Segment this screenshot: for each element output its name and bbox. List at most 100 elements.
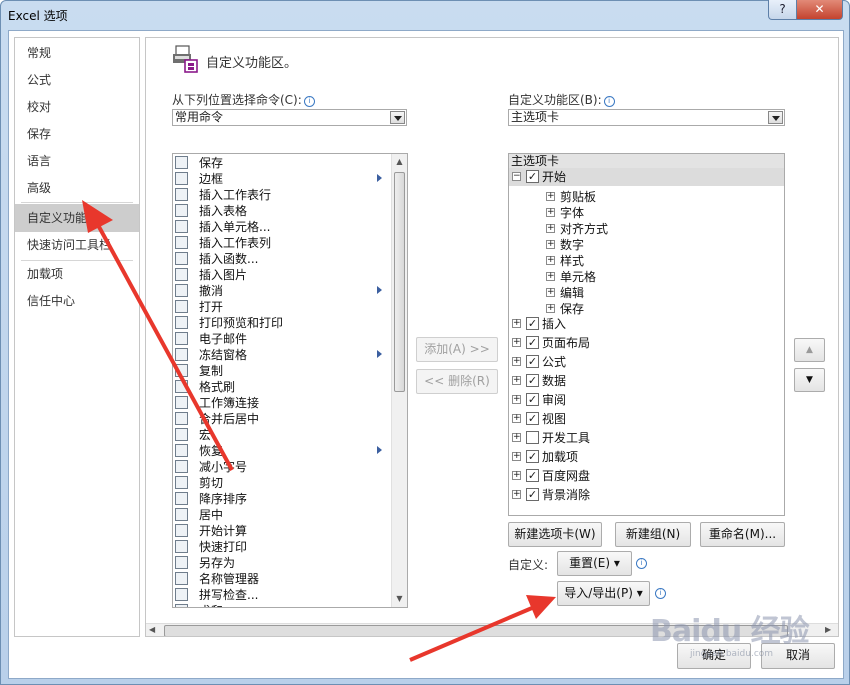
nav-item-advanced[interactable]: 高级 [15,175,139,201]
command-item[interactable]: 减小字号 [173,459,391,475]
command-item[interactable]: 撤消 [173,283,391,299]
tab-checkbox[interactable]: ✓ [526,317,539,330]
scroll-up-icon[interactable]: ▲ [392,154,407,170]
command-item[interactable]: 拼写检查... [173,587,391,603]
command-item[interactable]: 插入工作表列 [173,235,391,251]
tree-tab[interactable]: + 开发工具 [509,429,784,447]
nav-item-save[interactable]: 保存 [15,121,139,147]
command-item[interactable]: 格式刷 [173,379,391,395]
command-item[interactable]: 宏 [173,427,391,443]
tree-tab[interactable]: + ✓ 数据 [509,372,784,390]
rename-button[interactable]: 重命名(M)... [700,522,785,547]
tab-checkbox[interactable]: ✓ [526,450,539,463]
chevron-down-icon[interactable] [768,111,783,124]
command-item[interactable]: 插入工作表行 [173,187,391,203]
tree-tab-home[interactable]: − ✓ 开始 [509,168,784,186]
checkbox-home[interactable]: ✓ [526,170,539,183]
add-button[interactable]: 添加(A) >> [416,337,498,362]
command-item[interactable]: 恢复 [173,443,391,459]
command-item[interactable]: 打印预览和打印 [173,315,391,331]
nav-item-customize-ribbon[interactable]: 自定义功能区 [15,204,139,232]
scroll-down-icon[interactable]: ▼ [392,591,407,607]
expand-icon[interactable]: + [546,208,555,217]
move-down-button[interactable]: ▼ [794,368,825,392]
move-up-button[interactable]: ▲ [794,338,825,362]
choose-commands-dropdown[interactable]: 常用命令 [172,109,407,126]
command-item[interactable]: 插入图片 [173,267,391,283]
tab-checkbox[interactable]: ✓ [526,488,539,501]
command-item[interactable]: 另存为 [173,555,391,571]
command-item[interactable]: 复制 [173,363,391,379]
tab-checkbox[interactable]: ✓ [526,469,539,482]
reset-button[interactable]: 重置(E) ▾ [557,551,632,576]
expand-icon[interactable]: + [512,452,521,461]
command-item[interactable]: 插入单元格... [173,219,391,235]
command-item[interactable]: 名称管理器 [173,571,391,587]
command-item[interactable]: 插入表格 [173,203,391,219]
command-item[interactable]: 插入函数... [173,251,391,267]
ribbon-tree[interactable]: 主选项卡 − ✓ 开始 + 剪贴板 + 字体 + 对齐方式 + 数字 + 样式 + 单元格 + 编辑 + 保存… [508,153,785,516]
command-item[interactable]: 边框 [173,171,391,187]
remove-button[interactable]: << 删除(R) [416,369,498,394]
expand-icon[interactable]: + [546,224,555,233]
nav-item-general[interactable]: 常规 [15,40,139,66]
expand-icon[interactable]: + [512,338,521,347]
command-item[interactable]: 居中 [173,507,391,523]
tab-checkbox[interactable]: ✓ [526,374,539,387]
expand-icon[interactable]: + [546,192,555,201]
expand-icon[interactable]: + [512,319,521,328]
close-button[interactable]: ✕ [796,0,843,20]
import-export-button[interactable]: 导入/导出(P) ▾ [557,581,650,606]
expand-icon[interactable]: + [546,288,555,297]
scroll-right-icon[interactable]: ▶ [825,625,831,634]
command-item[interactable]: 快速打印 [173,539,391,555]
commands-scrollbar[interactable]: ▲ ▼ [391,154,407,607]
tree-tab[interactable]: + ✓ 加载项 [509,448,784,466]
expand-icon[interactable]: + [512,395,521,404]
command-item[interactable]: 求和 [173,603,391,607]
tree-tab[interactable]: + ✓ 背景消除 [509,486,784,504]
commands-list[interactable]: 保存 边框 插入工作表行 插入表格 插入单元格... 插入工作表列 插入函数... 插入图片撤… [172,153,408,608]
help-button[interactable]: ? [768,0,797,20]
command-item[interactable]: 降序排序 [173,491,391,507]
expand-icon[interactable]: + [512,471,521,480]
expand-icon[interactable]: + [512,357,521,366]
tree-tab[interactable]: + ✓ 视图 [509,410,784,428]
command-item[interactable]: 冻结窗格 [173,347,391,363]
tree-tab[interactable]: + ✓ 页面布局 [509,334,784,352]
expand-icon[interactable]: + [512,376,521,385]
chevron-down-icon[interactable] [390,111,405,124]
collapse-icon[interactable]: − [512,172,521,181]
expand-icon[interactable]: + [546,272,555,281]
tab-checkbox[interactable]: ✓ [526,336,539,349]
new-group-button[interactable]: 新建组(N) [615,522,691,547]
expand-icon[interactable]: + [512,490,521,499]
scrollbar-thumb[interactable] [394,172,405,392]
tab-checkbox[interactable]: ✓ [526,393,539,406]
new-tab-button[interactable]: 新建选项卡(W) [508,522,602,547]
command-item[interactable]: 合并后居中 [173,411,391,427]
command-item[interactable]: 开始计算 [173,523,391,539]
nav-item-quick-access-toolbar[interactable]: 快速访问工具栏 [15,232,139,258]
nav-item-trust-center[interactable]: 信任中心 [15,288,139,314]
expand-icon[interactable]: + [546,304,555,313]
command-item[interactable]: 剪切 [173,475,391,491]
command-item[interactable]: 工作簿连接 [173,395,391,411]
nav-item-formulas[interactable]: 公式 [15,67,139,93]
nav-item-addins[interactable]: 加载项 [15,261,139,287]
tree-tab[interactable]: + ✓ 插入 [509,315,784,333]
customize-ribbon-dropdown[interactable]: 主选项卡 [508,109,785,126]
expand-icon[interactable]: + [546,240,555,249]
tab-checkbox[interactable] [526,431,539,444]
tab-checkbox[interactable]: ✓ [526,355,539,368]
expand-icon[interactable]: + [512,414,521,423]
scroll-left-icon[interactable]: ◀ [149,625,155,634]
command-item[interactable]: 电子邮件 [173,331,391,347]
command-item[interactable]: 保存 [173,155,391,171]
tab-checkbox[interactable]: ✓ [526,412,539,425]
tree-tab[interactable]: + ✓ 百度网盘 [509,467,784,485]
command-item[interactable]: 打开 [173,299,391,315]
expand-icon[interactable]: + [546,256,555,265]
tree-tab[interactable]: + ✓ 审阅 [509,391,784,409]
nav-item-proofing[interactable]: 校对 [15,94,139,120]
